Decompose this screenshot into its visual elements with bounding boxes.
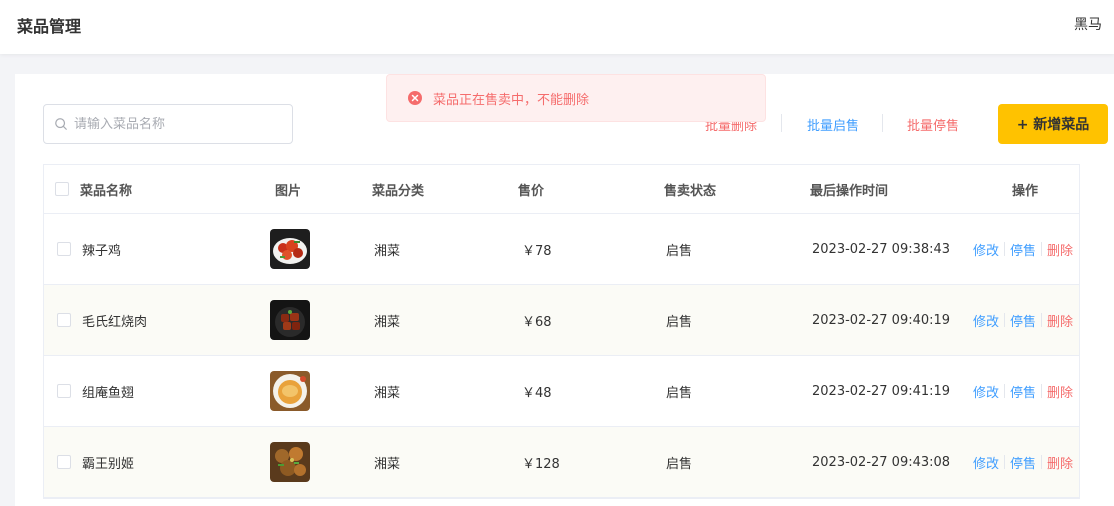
dish-time: 2023-02-27 09:40:19	[812, 312, 951, 328]
row-actions: 修改 停售 删除	[973, 214, 1073, 284]
dish-status: 启售	[666, 456, 693, 472]
row-checkbox[interactable]	[57, 214, 71, 284]
delete-button[interactable]: 删除	[1047, 311, 1073, 330]
table-header: 菜品名称 图片 菜品分类 售价 售卖状态 最后操作时间 操作	[44, 165, 1079, 214]
page-title: 菜品管理	[17, 17, 82, 36]
batch-disable-button[interactable]: 批量停售	[907, 115, 959, 134]
dish-name: 霸王别姬	[82, 456, 135, 472]
dish-status: 启售	[666, 314, 693, 330]
dish-price: ￥48	[522, 385, 552, 401]
dish-image	[270, 285, 310, 355]
toolbar-divider	[781, 114, 782, 132]
row-checkbox[interactable]	[57, 356, 71, 426]
disable-button[interactable]: 停售	[1010, 382, 1036, 401]
edit-button[interactable]: 修改	[973, 311, 999, 330]
delete-button[interactable]: 删除	[1047, 382, 1073, 401]
delete-button[interactable]: 删除	[1047, 240, 1073, 259]
op-divider	[1041, 242, 1043, 256]
dish-category: 湘菜	[374, 456, 401, 472]
row-checkbox[interactable]	[57, 427, 71, 497]
select-all-checkbox[interactable]	[55, 165, 69, 213]
error-toast: 菜品正在售卖中，不能删除	[386, 74, 766, 122]
table-row: 毛氏红烧肉 湘菜 ￥68 启售 2023-02-27 09:40:19 修改 停…	[44, 285, 1079, 356]
table-row: 组庵鱼翅 湘菜 ￥48 启售 2023-02-27 09:41:19 修改 停售…	[44, 356, 1079, 427]
search-box[interactable]	[43, 104, 293, 144]
dish-table: 菜品名称 图片 菜品分类 售价 售卖状态 最后操作时间 操作 辣子鸡 湘菜 ￥7…	[43, 164, 1080, 499]
content-card: 批量删除 批量启售 批量停售 + 新增菜品 菜品名称 图片 菜品分类 售价 售卖…	[15, 74, 1114, 506]
dish-time: 2023-02-27 09:38:43	[812, 241, 951, 257]
dish-status: 启售	[666, 385, 693, 401]
op-divider	[1004, 313, 1006, 327]
dish-name: 组庵鱼翅	[82, 385, 135, 401]
add-dish-button[interactable]: + 新增菜品	[998, 104, 1108, 144]
edit-button[interactable]: 修改	[973, 240, 999, 259]
dish-image	[270, 214, 310, 284]
disable-button[interactable]: 停售	[1010, 311, 1036, 330]
batch-enable-button[interactable]: 批量启售	[807, 115, 859, 134]
op-divider	[1041, 384, 1043, 398]
row-actions: 修改 停售 删除	[973, 285, 1073, 355]
dish-category: 湘菜	[374, 385, 401, 401]
col-price: 售价	[518, 183, 545, 199]
dish-category: 湘菜	[374, 243, 401, 259]
col-image: 图片	[275, 183, 302, 199]
top-bar: 菜品管理 黑马	[0, 0, 1114, 54]
search-input[interactable]	[74, 116, 274, 132]
dish-image	[270, 356, 310, 426]
user-name[interactable]: 黑马	[1074, 14, 1102, 34]
toolbar-divider	[882, 114, 883, 132]
error-circle-icon	[408, 91, 422, 105]
edit-button[interactable]: 修改	[973, 382, 999, 401]
col-time: 最后操作时间	[810, 183, 889, 199]
op-divider	[1004, 242, 1006, 256]
dish-price: ￥128	[522, 456, 560, 472]
disable-button[interactable]: 停售	[1010, 453, 1036, 472]
dish-time: 2023-02-27 09:43:08	[812, 454, 951, 470]
dish-category: 湘菜	[374, 314, 401, 330]
op-divider	[1041, 455, 1043, 469]
dish-time: 2023-02-27 09:41:19	[812, 383, 951, 399]
table-row: 辣子鸡 湘菜 ￥78 启售 2023-02-27 09:38:43 修改 停售 …	[44, 214, 1079, 285]
col-status: 售卖状态	[664, 183, 717, 199]
search-icon	[55, 118, 67, 130]
dish-image	[270, 427, 310, 497]
row-actions: 修改 停售 删除	[973, 356, 1073, 426]
table-row: 霸王别姬 湘菜 ￥128 启售 2023-02-27 09:43:08 修改 停…	[44, 427, 1079, 498]
row-actions: 修改 停售 删除	[973, 427, 1073, 497]
dish-price: ￥78	[522, 243, 552, 259]
col-actions: 操作	[1012, 183, 1039, 199]
delete-button[interactable]: 删除	[1047, 453, 1073, 472]
col-name: 菜品名称	[80, 183, 133, 199]
disable-button[interactable]: 停售	[1010, 240, 1036, 259]
dish-name: 毛氏红烧肉	[82, 314, 148, 330]
dish-name: 辣子鸡	[82, 243, 122, 259]
dish-status: 启售	[666, 243, 693, 259]
dish-price: ￥68	[522, 314, 552, 330]
toast-message: 菜品正在售卖中，不能删除	[433, 92, 590, 108]
edit-button[interactable]: 修改	[973, 453, 999, 472]
col-category: 菜品分类	[372, 183, 425, 199]
row-checkbox[interactable]	[57, 285, 71, 355]
op-divider	[1004, 455, 1006, 469]
op-divider	[1004, 384, 1006, 398]
op-divider	[1041, 313, 1043, 327]
